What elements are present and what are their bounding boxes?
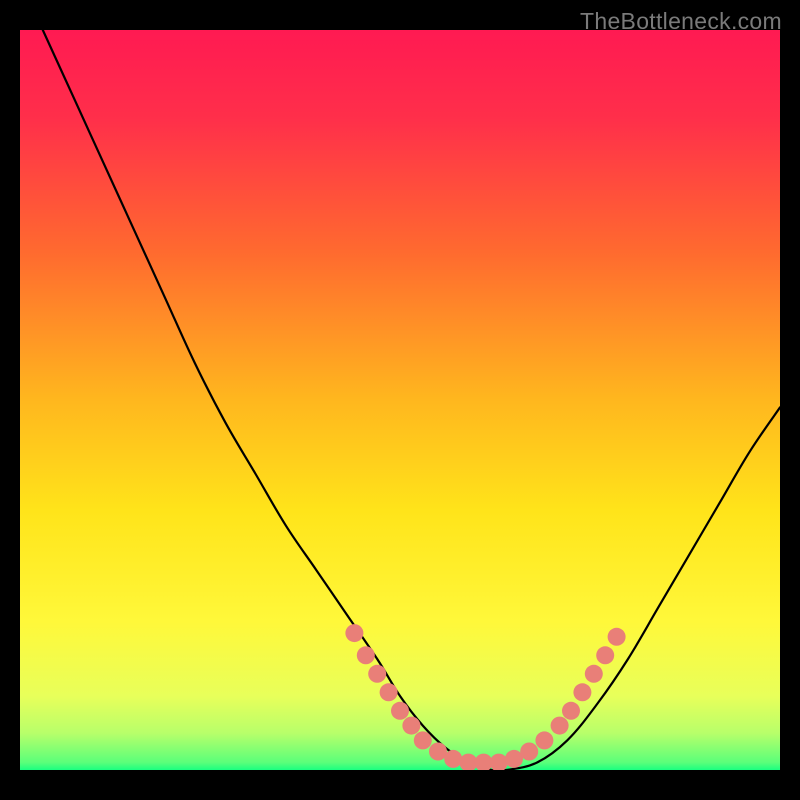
chart-background: [20, 30, 780, 770]
marker-dot: [414, 731, 432, 749]
chart-svg: [20, 30, 780, 770]
marker-dot: [380, 683, 398, 701]
marker-dot: [345, 624, 363, 642]
marker-dot: [444, 750, 462, 768]
marker-dot: [573, 683, 591, 701]
marker-dot: [368, 665, 386, 683]
marker-dot: [562, 702, 580, 720]
marker-dot: [585, 665, 603, 683]
marker-dot: [520, 743, 538, 761]
marker-dot: [551, 717, 569, 735]
marker-dot: [391, 702, 409, 720]
watermark-text: TheBottleneck.com: [580, 8, 782, 35]
bottleneck-chart: [20, 30, 780, 770]
marker-dot: [357, 646, 375, 664]
marker-dot: [608, 628, 626, 646]
marker-dot: [535, 731, 553, 749]
marker-dot: [402, 717, 420, 735]
marker-dot: [596, 646, 614, 664]
